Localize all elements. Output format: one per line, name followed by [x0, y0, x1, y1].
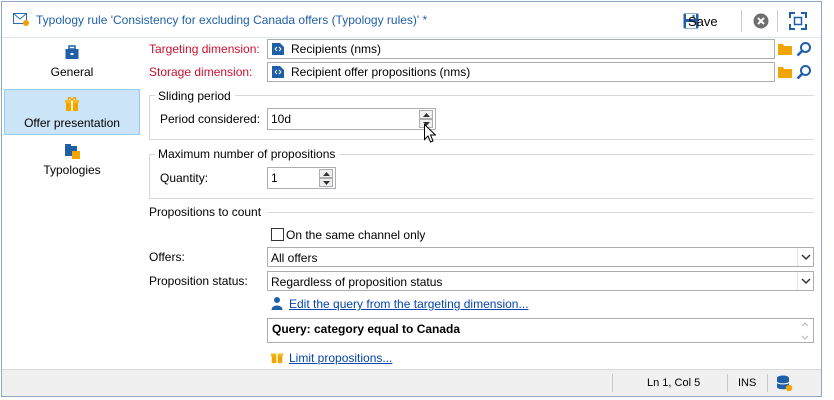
chevron-down-icon [801, 254, 811, 261]
targeting-dimension-field[interactable]: Recipients (nms) [267, 39, 775, 59]
nav-item-label: General [50, 65, 94, 79]
propositions-to-count-title: Propositions to count [149, 205, 266, 219]
quantity-label: Quantity: [160, 171, 209, 185]
proposition-status-label: Proposition status: [149, 274, 248, 288]
nav-item-typologies[interactable]: Typologies [4, 143, 140, 183]
typology-rule-window: Typology rule 'Consistency for excluding… [1, 1, 822, 397]
gift-icon [65, 96, 79, 111]
period-considered-stepper[interactable]: 10d [267, 108, 436, 130]
proposition-status-select[interactable]: Regardless of proposition status [267, 271, 814, 291]
status-separator [727, 374, 728, 392]
group-border [149, 198, 814, 199]
quantity-stepper[interactable]: 1 [267, 167, 336, 189]
period-considered-value: 10d [271, 112, 292, 126]
targeting-dimension-label: Targeting dimension: [149, 42, 260, 56]
close-icon[interactable] [753, 13, 769, 29]
query-text-area[interactable]: Query: category equal to Canada [267, 318, 814, 343]
save-button-label: Save [688, 13, 718, 29]
caret-up-icon [423, 113, 430, 117]
folder-icon[interactable] [777, 41, 793, 57]
schema-icon [272, 66, 284, 78]
offer-presentation-panel: Targeting dimension: Recipients (nms) St… [143, 39, 821, 369]
stepper-up-button[interactable] [319, 169, 333, 178]
edit-query-link[interactable]: Edit the query from the targeting dimens… [289, 297, 528, 311]
mouse-pointer-icon [424, 124, 436, 143]
toolbar-separator [777, 10, 778, 32]
period-considered-label: Period considered: [160, 112, 261, 126]
expand-icon[interactable] [789, 12, 807, 30]
group-border [149, 154, 150, 198]
same-channel-checkbox[interactable] [271, 228, 284, 241]
left-navigation: General Offer presentation Typologies [2, 39, 143, 369]
magnifier-icon[interactable] [796, 41, 812, 57]
cursor-position: Ln 1, Col 5 [647, 377, 701, 389]
storage-dimension-field[interactable]: Recipient offer propositions (nms) [267, 62, 775, 82]
query-scrollbar[interactable] [797, 319, 813, 342]
group-border [149, 95, 150, 139]
offers-select[interactable]: All offers [267, 247, 814, 267]
caret-up-icon [323, 172, 330, 176]
insert-mode: INS [738, 377, 757, 389]
chevron-down-icon [801, 278, 811, 285]
schema-icon [272, 43, 284, 55]
stepper-up-button[interactable] [419, 110, 433, 119]
storage-dimension-label: Storage dimension: [149, 65, 253, 79]
briefcase-icon [65, 45, 79, 59]
dropdown-button[interactable] [797, 272, 813, 290]
proposition-status-value: Regardless of proposition status [271, 275, 443, 289]
dropdown-button[interactable] [797, 248, 813, 266]
database-icon[interactable] [775, 374, 793, 392]
nav-item-label: Offer presentation [24, 116, 120, 130]
status-separator [767, 374, 768, 392]
group-border [149, 95, 814, 96]
offers-value: All offers [271, 251, 318, 265]
status-separator [612, 374, 613, 392]
typologies-icon [65, 144, 80, 159]
limit-propositions-link[interactable]: Limit propositions... [289, 351, 392, 365]
folder-icon[interactable] [777, 64, 793, 80]
nav-item-offer-presentation[interactable]: Offer presentation [4, 89, 140, 135]
gift-icon [270, 353, 284, 364]
typology-rule-icon [13, 13, 29, 26]
same-channel-label: On the same channel only [286, 228, 426, 242]
nav-item-label: Typologies [43, 163, 101, 177]
magnifier-icon[interactable] [796, 64, 812, 80]
storage-dimension-value: Recipient offer propositions (nms) [291, 65, 471, 79]
max-propositions-title: Maximum number of propositions [155, 147, 340, 161]
toolbar-separator [741, 10, 742, 32]
group-border [149, 139, 814, 140]
title-bar: Typology rule 'Consistency for excluding… [2, 2, 821, 38]
caret-down-icon [323, 181, 330, 185]
save-button[interactable]: Save [683, 10, 718, 32]
scroll-arrows-icon [801, 322, 809, 340]
stepper-buttons [319, 169, 333, 187]
stepper-down-button[interactable] [319, 178, 333, 187]
quantity-value: 1 [271, 171, 278, 185]
offers-label: Offers: [149, 250, 185, 264]
query-text: Query: category equal to Canada [272, 322, 461, 336]
sliding-period-title: Sliding period [155, 89, 235, 103]
section-divider [267, 212, 814, 213]
targeting-dimension-value: Recipients (nms) [291, 42, 382, 56]
window-title: Typology rule 'Consistency for excluding… [36, 13, 428, 27]
user-icon [271, 297, 283, 310]
nav-item-general[interactable]: General [4, 45, 140, 85]
status-bar: Ln 1, Col 5 INS [2, 369, 821, 396]
